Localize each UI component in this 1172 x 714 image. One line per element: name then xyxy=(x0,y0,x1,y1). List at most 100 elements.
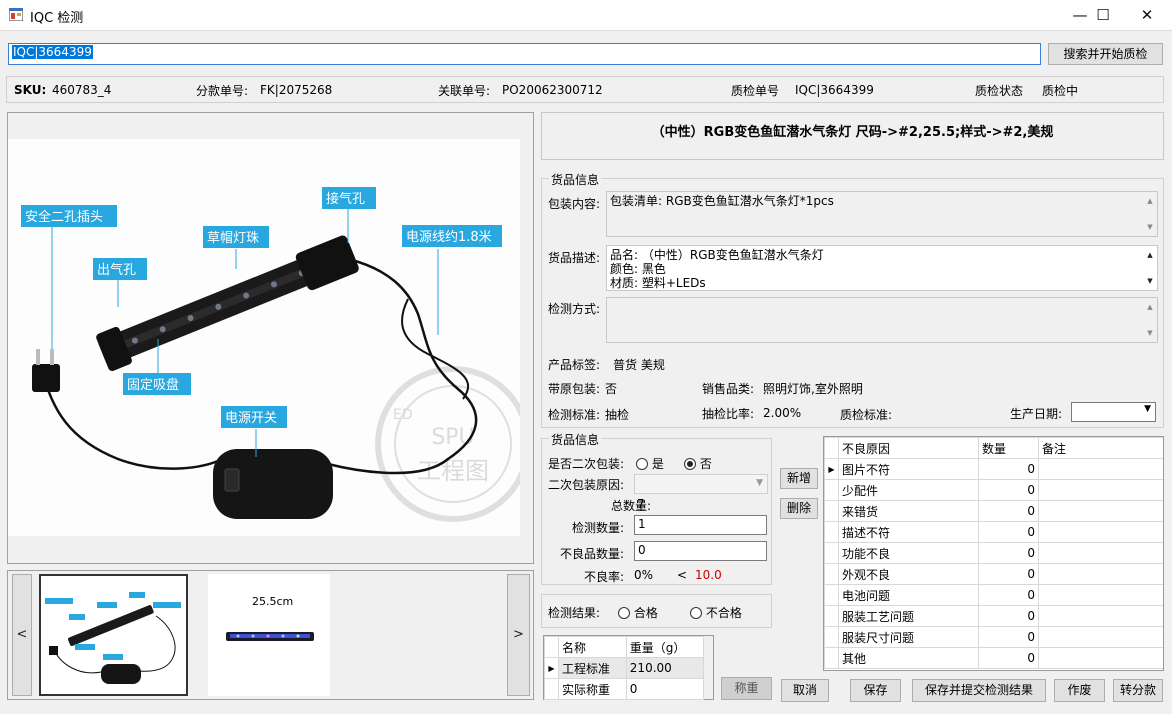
reason-select[interactable]: ▼ xyxy=(634,474,768,494)
thumb-next-button[interactable]: > xyxy=(507,574,530,696)
defect-cell-note[interactable] xyxy=(1038,584,1163,606)
defect-cell-reason[interactable]: 服装工艺问题 xyxy=(838,605,979,627)
sales-cat-label: 销售品类: xyxy=(702,382,755,396)
close-button[interactable]: ✕ xyxy=(1124,0,1170,30)
result-fail-radio[interactable] xyxy=(690,607,702,619)
table-row[interactable]: 电池问题 0 xyxy=(824,584,1163,606)
method-scrollbar[interactable]: ▲ ▼ xyxy=(1145,300,1155,340)
ratio-value: 2.00% xyxy=(763,406,802,420)
defect-cell-note[interactable] xyxy=(1038,521,1163,543)
defect-cell-note[interactable] xyxy=(1038,500,1163,522)
table-row[interactable]: 服装工艺问题 0 xyxy=(824,605,1163,627)
thumbnail-1-image xyxy=(41,576,186,694)
search-start-button[interactable]: 搜索并开始质检 xyxy=(1048,43,1163,65)
defect-cell-qty[interactable]: 0 xyxy=(978,605,1039,627)
defect-cell-note[interactable] xyxy=(1038,647,1163,669)
table-row[interactable]: 服装尺寸问题 0 xyxy=(824,626,1163,648)
defect-cell-reason[interactable]: 服装尺寸问题 xyxy=(838,626,979,648)
table-row[interactable]: 实际称重 0 xyxy=(544,678,705,700)
defect-cell-note[interactable] xyxy=(1038,479,1163,501)
weight-cell-name[interactable]: 实际称重 xyxy=(558,678,627,700)
defect-cell-reason[interactable]: 描述不符 xyxy=(838,521,979,543)
desc-scrollbar[interactable]: ▲ ▼ xyxy=(1145,248,1155,288)
watermark-top: SPU xyxy=(431,425,474,450)
defect-table-wrap: 不良原因 数量 备注 ▶ 图片不符 0 少配件 0 来错货 0 描述不符 0 功能不良 0 外观不良 0… xyxy=(823,436,1164,671)
defect-cell-reason[interactable]: 图片不符 xyxy=(838,458,979,480)
result-pass-option[interactable]: 合格 xyxy=(618,604,658,621)
defect-cell-reason[interactable]: 其他 xyxy=(838,647,979,669)
defect-cell-qty[interactable]: 0 xyxy=(978,563,1039,585)
defect-cell-reason[interactable]: 电池问题 xyxy=(838,584,979,606)
table-row[interactable]: 少配件 0 xyxy=(824,479,1163,501)
void-button[interactable]: 作废 xyxy=(1054,679,1105,702)
desc-line-2: 颜色: 黑色 xyxy=(610,262,666,276)
defect-cell-note[interactable] xyxy=(1038,563,1163,585)
secondary-yes-label: 是 xyxy=(651,457,664,471)
row-header xyxy=(824,479,839,501)
thumbnail-1[interactable] xyxy=(39,574,188,696)
defect-cell-qty[interactable]: 0 xyxy=(978,647,1039,669)
defect-cell-reason[interactable]: 外观不良 xyxy=(838,563,979,585)
goods-info2-title: 货品信息 xyxy=(549,431,602,448)
add-defect-button[interactable]: 新增 xyxy=(780,468,818,489)
defect-cell-qty[interactable]: 0 xyxy=(978,500,1039,522)
table-row[interactable]: ▶ 工程标准 210.00 xyxy=(544,657,705,679)
method-label: 检测方式: xyxy=(548,302,601,316)
production-date-picker[interactable]: ▼ xyxy=(1071,402,1156,422)
packing-textarea[interactable]: 包装清单: RGB变色鱼缸潜水气条灯*1pcs ▲ ▼ xyxy=(606,191,1158,237)
defect-row-header-corner xyxy=(824,437,839,459)
defect-cell-qty[interactable]: 0 xyxy=(978,626,1039,648)
reason-label: 二次包装原因: xyxy=(548,478,625,492)
secondary-yes-option[interactable]: 是 xyxy=(636,455,664,472)
defect-cell-note[interactable] xyxy=(1038,605,1163,627)
thumbnail-2-image xyxy=(208,574,330,696)
table-row[interactable]: 描述不符 0 xyxy=(824,521,1163,543)
weight-cell-value[interactable]: 0 xyxy=(625,678,705,700)
std-value: 抽检 xyxy=(605,408,630,422)
sku-label: SKU: xyxy=(14,83,47,97)
cancel-button[interactable]: 取消 xyxy=(781,679,829,702)
defect-cell-qty[interactable]: 0 xyxy=(978,542,1039,564)
defect-cell-reason[interactable]: 功能不良 xyxy=(838,542,979,564)
defect-qty-input[interactable]: 0 xyxy=(634,541,767,561)
save-button[interactable]: 保存 xyxy=(850,679,901,702)
transfer-button[interactable]: 转分款 xyxy=(1113,679,1163,702)
table-row[interactable]: 其他 0 xyxy=(824,647,1163,669)
delete-defect-button[interactable]: 删除 xyxy=(780,498,818,519)
check-qty-value: 1 xyxy=(638,517,646,531)
packing-scrollbar[interactable]: ▲ ▼ xyxy=(1145,194,1155,234)
method-textarea[interactable]: ▲ ▼ xyxy=(606,297,1158,343)
less-than-sign: < xyxy=(677,568,688,582)
defect-cell-reason[interactable]: 少配件 xyxy=(838,479,979,501)
defect-cell-qty[interactable]: 0 xyxy=(978,584,1039,606)
defect-cell-qty[interactable]: 0 xyxy=(978,458,1039,480)
secondary-yes-radio[interactable] xyxy=(636,458,648,470)
check-qty-input[interactable]: 1 xyxy=(634,515,767,535)
search-input[interactable]: IQC|3664399 xyxy=(8,43,1041,65)
maximize-button[interactable]: ☐ xyxy=(1080,0,1126,30)
row-header xyxy=(544,678,559,700)
thumbnail-2[interactable]: 25.5cm xyxy=(208,574,330,696)
qc-no-label: 质检单号 xyxy=(731,84,780,98)
desc-textarea[interactable]: 品名: （中性）RGB变色鱼缸潜水气条灯 颜色: 黑色 材质: 塑料+LEDs … xyxy=(606,245,1158,291)
defect-cell-note[interactable] xyxy=(1038,542,1163,564)
weigh-button[interactable]: 称重 xyxy=(721,677,772,700)
defect-cell-reason[interactable]: 来错货 xyxy=(838,500,979,522)
defect-cell-note[interactable] xyxy=(1038,458,1163,480)
table-row[interactable]: 功能不良 0 xyxy=(824,542,1163,564)
result-pass-radio[interactable] xyxy=(618,607,630,619)
weight-cell-value[interactable]: 210.00 xyxy=(625,657,705,679)
weight-cell-name[interactable]: 工程标准 xyxy=(558,657,627,679)
result-fail-option[interactable]: 不合格 xyxy=(690,604,742,621)
table-row[interactable]: 来错货 0 xyxy=(824,500,1163,522)
table-row[interactable]: ▶ 图片不符 0 xyxy=(824,458,1163,480)
secondary-no-radio[interactable] xyxy=(684,458,696,470)
table-row[interactable]: 外观不良 0 xyxy=(824,563,1163,585)
defect-cell-note[interactable] xyxy=(1038,626,1163,648)
secondary-no-option[interactable]: 否 xyxy=(684,455,712,472)
defect-cell-qty[interactable]: 0 xyxy=(978,521,1039,543)
result-pass-label: 合格 xyxy=(633,606,658,620)
defect-cell-qty[interactable]: 0 xyxy=(978,479,1039,501)
thumb-prev-button[interactable]: < xyxy=(12,574,32,696)
save-submit-button[interactable]: 保存并提交检测结果 xyxy=(912,679,1046,702)
